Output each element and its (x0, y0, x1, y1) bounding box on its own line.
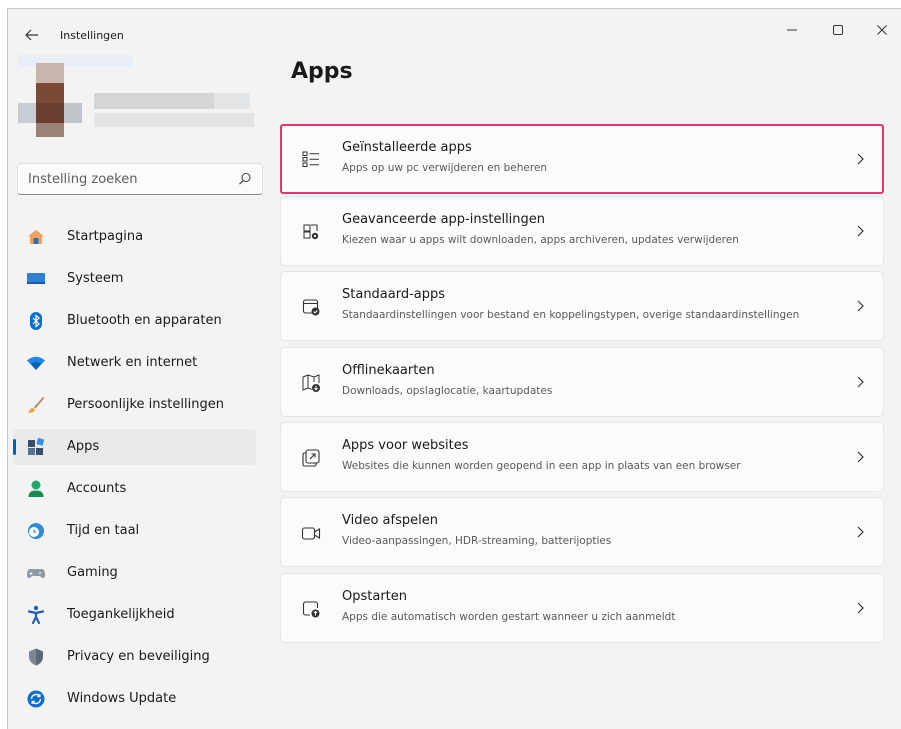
search-placeholder: Instelling zoeken (28, 172, 138, 187)
back-button[interactable] (18, 21, 46, 49)
minimize-icon (787, 29, 797, 31)
sidebar-item-persoonlijk[interactable]: Persoonlijke instellingen (13, 387, 256, 423)
card-apps-for-websites[interactable]: Apps voor websites Websites die kunnen w… (280, 422, 884, 492)
settings-window: Instellingen Instelling zoeken Startpagi… (7, 8, 901, 729)
card-offline-maps[interactable]: Offlinekaarten Downloads, opslaglocatie,… (280, 347, 884, 417)
accessibility-icon (27, 605, 45, 625)
startup-icon (302, 601, 320, 618)
sidebar-item-gaming[interactable]: Gaming (13, 555, 256, 591)
brush-icon (28, 397, 45, 413)
shield-icon (29, 648, 43, 666)
sidebar-item-accounts[interactable]: Accounts (13, 471, 256, 507)
default-apps-icon (302, 299, 320, 316)
close-icon (877, 25, 887, 35)
map-download-icon (302, 374, 320, 392)
bluetooth-icon (30, 312, 42, 330)
open-in-app-icon (302, 449, 320, 467)
user-profile[interactable] (18, 55, 270, 151)
sidebar-item-tijd-taal[interactable]: Tijd en taal (13, 513, 256, 549)
sidebar-item-systeem[interactable]: Systeem (13, 261, 256, 297)
gamepad-icon (27, 569, 45, 578)
chevron-right-icon (857, 300, 864, 312)
minimize-button[interactable] (770, 15, 814, 45)
app-settings-icon (303, 224, 319, 240)
home-icon (28, 230, 44, 244)
sidebar-item-windows-update[interactable]: Windows Update (13, 681, 256, 717)
chevron-right-icon (857, 225, 864, 237)
card-installed-apps[interactable]: Geïnstalleerde apps Apps op uw pc verwij… (280, 124, 884, 194)
sidebar-item-bluetooth[interactable]: Bluetooth en apparaten (13, 303, 256, 339)
chevron-right-icon (857, 526, 864, 538)
chevron-right-icon (857, 451, 864, 463)
update-icon (27, 690, 45, 708)
page-title: Apps (291, 59, 353, 84)
wifi-icon (27, 356, 45, 370)
video-icon (301, 527, 321, 540)
sidebar-item-apps[interactable]: Apps (13, 429, 256, 465)
close-button[interactable] (860, 15, 901, 45)
chevron-right-icon (857, 376, 864, 388)
card-advanced-app-settings[interactable]: Geavanceerde app-instellingen Kiezen waa… (280, 196, 884, 266)
maximize-button[interactable] (816, 15, 860, 45)
chevron-right-icon (857, 153, 864, 165)
search-icon[interactable] (238, 172, 252, 186)
card-default-apps[interactable]: Standaard-apps Standaardinstellingen voo… (280, 271, 884, 341)
window-title: Instellingen (60, 29, 124, 42)
sidebar-item-toegankelijkheid[interactable]: Toegankelijkheid (13, 597, 256, 633)
search-input[interactable]: Instelling zoeken (17, 163, 263, 195)
arrow-left-icon (25, 29, 38, 41)
sidebar-item-startpagina[interactable]: Startpagina (13, 219, 256, 255)
clock-globe-icon (28, 523, 44, 539)
title-bar: Instellingen (8, 9, 901, 55)
active-indicator (13, 439, 16, 455)
card-video-playback[interactable]: Video afspelen Video-aanpassingen, HDR-s… (280, 497, 884, 567)
sidebar-item-netwerk[interactable]: Netwerk en internet (13, 345, 256, 381)
sidebar-item-privacy[interactable]: Privacy en beveiliging (13, 639, 256, 675)
person-icon (28, 480, 44, 497)
maximize-icon (833, 25, 843, 35)
list-icon (302, 151, 319, 167)
card-startup[interactable]: Opstarten Apps die automatisch worden ge… (280, 573, 884, 643)
monitor-icon (27, 273, 45, 284)
chevron-right-icon (857, 602, 864, 614)
apps-icon (28, 437, 45, 455)
